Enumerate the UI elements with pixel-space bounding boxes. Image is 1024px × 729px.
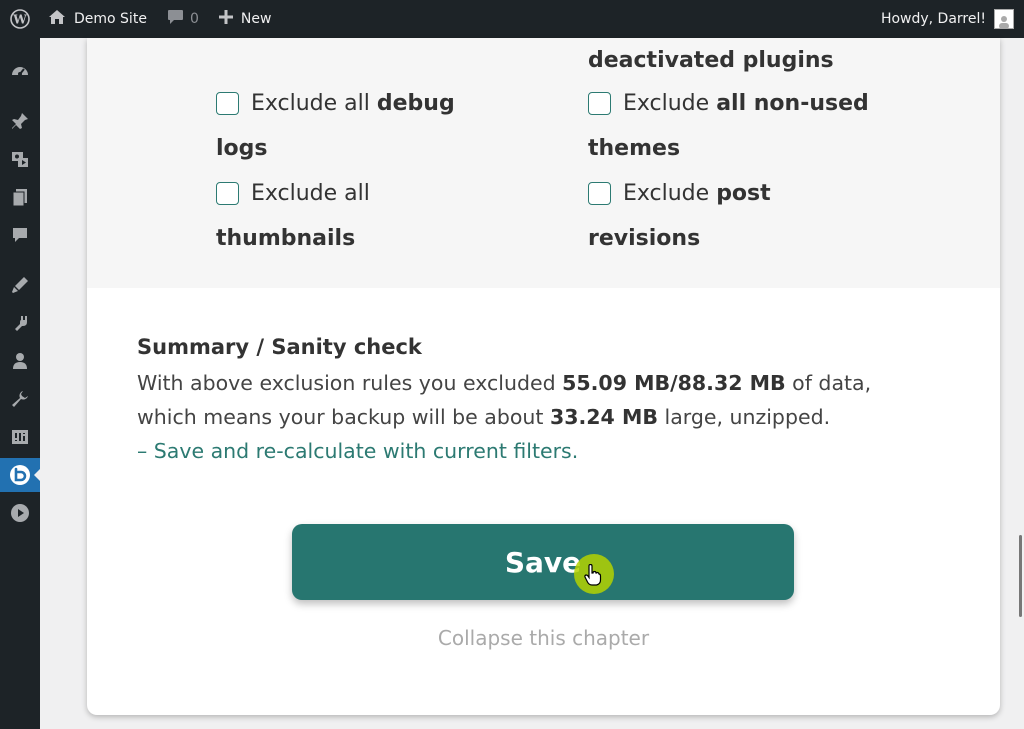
user-account-menu[interactable]: Howdy, Darrel! (881, 0, 1014, 38)
post-revisions-checkbox[interactable] (588, 182, 611, 205)
summary-text: of data, (785, 371, 872, 395)
new-label: New (240, 11, 272, 27)
home-icon (48, 9, 66, 29)
summary-line-excluded: With above exclusion rules you excluded … (137, 371, 871, 395)
summary-text: large, unzipped. (657, 405, 831, 429)
media-icon[interactable] (0, 142, 40, 176)
new-content-link[interactable]: New (218, 0, 272, 38)
summary-text: With above exclusion rules you excluded (137, 371, 563, 395)
option-text: Exclude all (251, 181, 370, 206)
option-exclude-thumbnails[interactable]: Exclude all (216, 171, 370, 216)
non-used-themes-checkbox[interactable] (588, 92, 611, 115)
settings-icon[interactable] (0, 420, 40, 454)
save-button[interactable]: Save (292, 524, 794, 600)
dashboard-icon[interactable] (0, 54, 40, 88)
summary-line-backup-size: which means your backup will be about 33… (137, 405, 830, 429)
option-label-continued: revisions (588, 226, 701, 251)
page-scrollbar[interactable] (1019, 535, 1022, 617)
option-text: Exclude (623, 91, 717, 116)
comment-bubble-icon (167, 9, 184, 29)
site-name-link[interactable]: Demo Site (48, 0, 147, 38)
play-icon[interactable] (0, 496, 40, 530)
option-label-continued: thumbnails (216, 226, 356, 251)
option-label-continued: logs (216, 136, 268, 161)
option-text: Exclude all (251, 91, 377, 116)
option-bold-text: debug (376, 91, 455, 116)
option-exclude-non-used-themes[interactable]: Exclude all non-used (588, 81, 869, 126)
backup-size: 33.24 MB (549, 405, 658, 429)
comments-link[interactable]: 0 (167, 0, 199, 38)
admin-bar: W Demo Site 0 New Howdy, Darrel! (0, 0, 1024, 38)
total-size: 88.32 MB (677, 371, 786, 395)
settings-card: deactivated plugins Exclude all debug lo… (87, 38, 1000, 715)
option-exclude-post-revisions[interactable]: Exclude post (588, 171, 771, 216)
wordpress-logo-icon[interactable]: W (0, 0, 40, 38)
collapse-chapter-link[interactable]: Collapse this chapter (87, 626, 1000, 650)
pin-icon[interactable] (0, 104, 40, 138)
plugins-icon[interactable] (0, 306, 40, 340)
exclusion-options: deactivated plugins Exclude all debug lo… (87, 38, 1000, 288)
summary-text: which means your backup will be about (137, 405, 550, 429)
backup-plugin-icon[interactable] (0, 458, 40, 492)
appearance-icon[interactable] (0, 268, 40, 302)
save-label: Save (504, 545, 582, 579)
option-text: Exclude (623, 181, 717, 206)
option-exclude-debug-logs[interactable]: Exclude all debug (216, 81, 455, 126)
site-name-label: Demo Site (74, 11, 147, 27)
pages-icon[interactable] (0, 180, 40, 214)
svg-text:W: W (12, 13, 27, 27)
excluded-size: 55.09 MB (562, 371, 671, 395)
debug-logs-checkbox[interactable] (216, 92, 239, 115)
option-label-continued: deactivated plugins (588, 48, 834, 73)
users-icon[interactable] (0, 344, 40, 378)
admin-sidebar (0, 38, 40, 729)
avatar (994, 9, 1014, 29)
save-recalculate-link[interactable]: – Save and re-calculate with current fil… (137, 439, 578, 463)
summary-heading: Summary / Sanity check (137, 335, 422, 359)
comments-icon[interactable] (0, 218, 40, 252)
tools-icon[interactable] (0, 382, 40, 416)
thumbnails-checkbox[interactable] (216, 182, 239, 205)
option-bold-text: all non-used (716, 91, 869, 116)
option-bold-text: post (716, 181, 771, 206)
howdy-label: Howdy, Darrel! (880, 11, 986, 27)
summary-separator: / (670, 371, 678, 395)
comments-count: 0 (189, 11, 199, 27)
hand-pointer-icon (584, 563, 602, 590)
option-label-continued: themes (588, 136, 681, 161)
plus-icon (218, 10, 233, 28)
